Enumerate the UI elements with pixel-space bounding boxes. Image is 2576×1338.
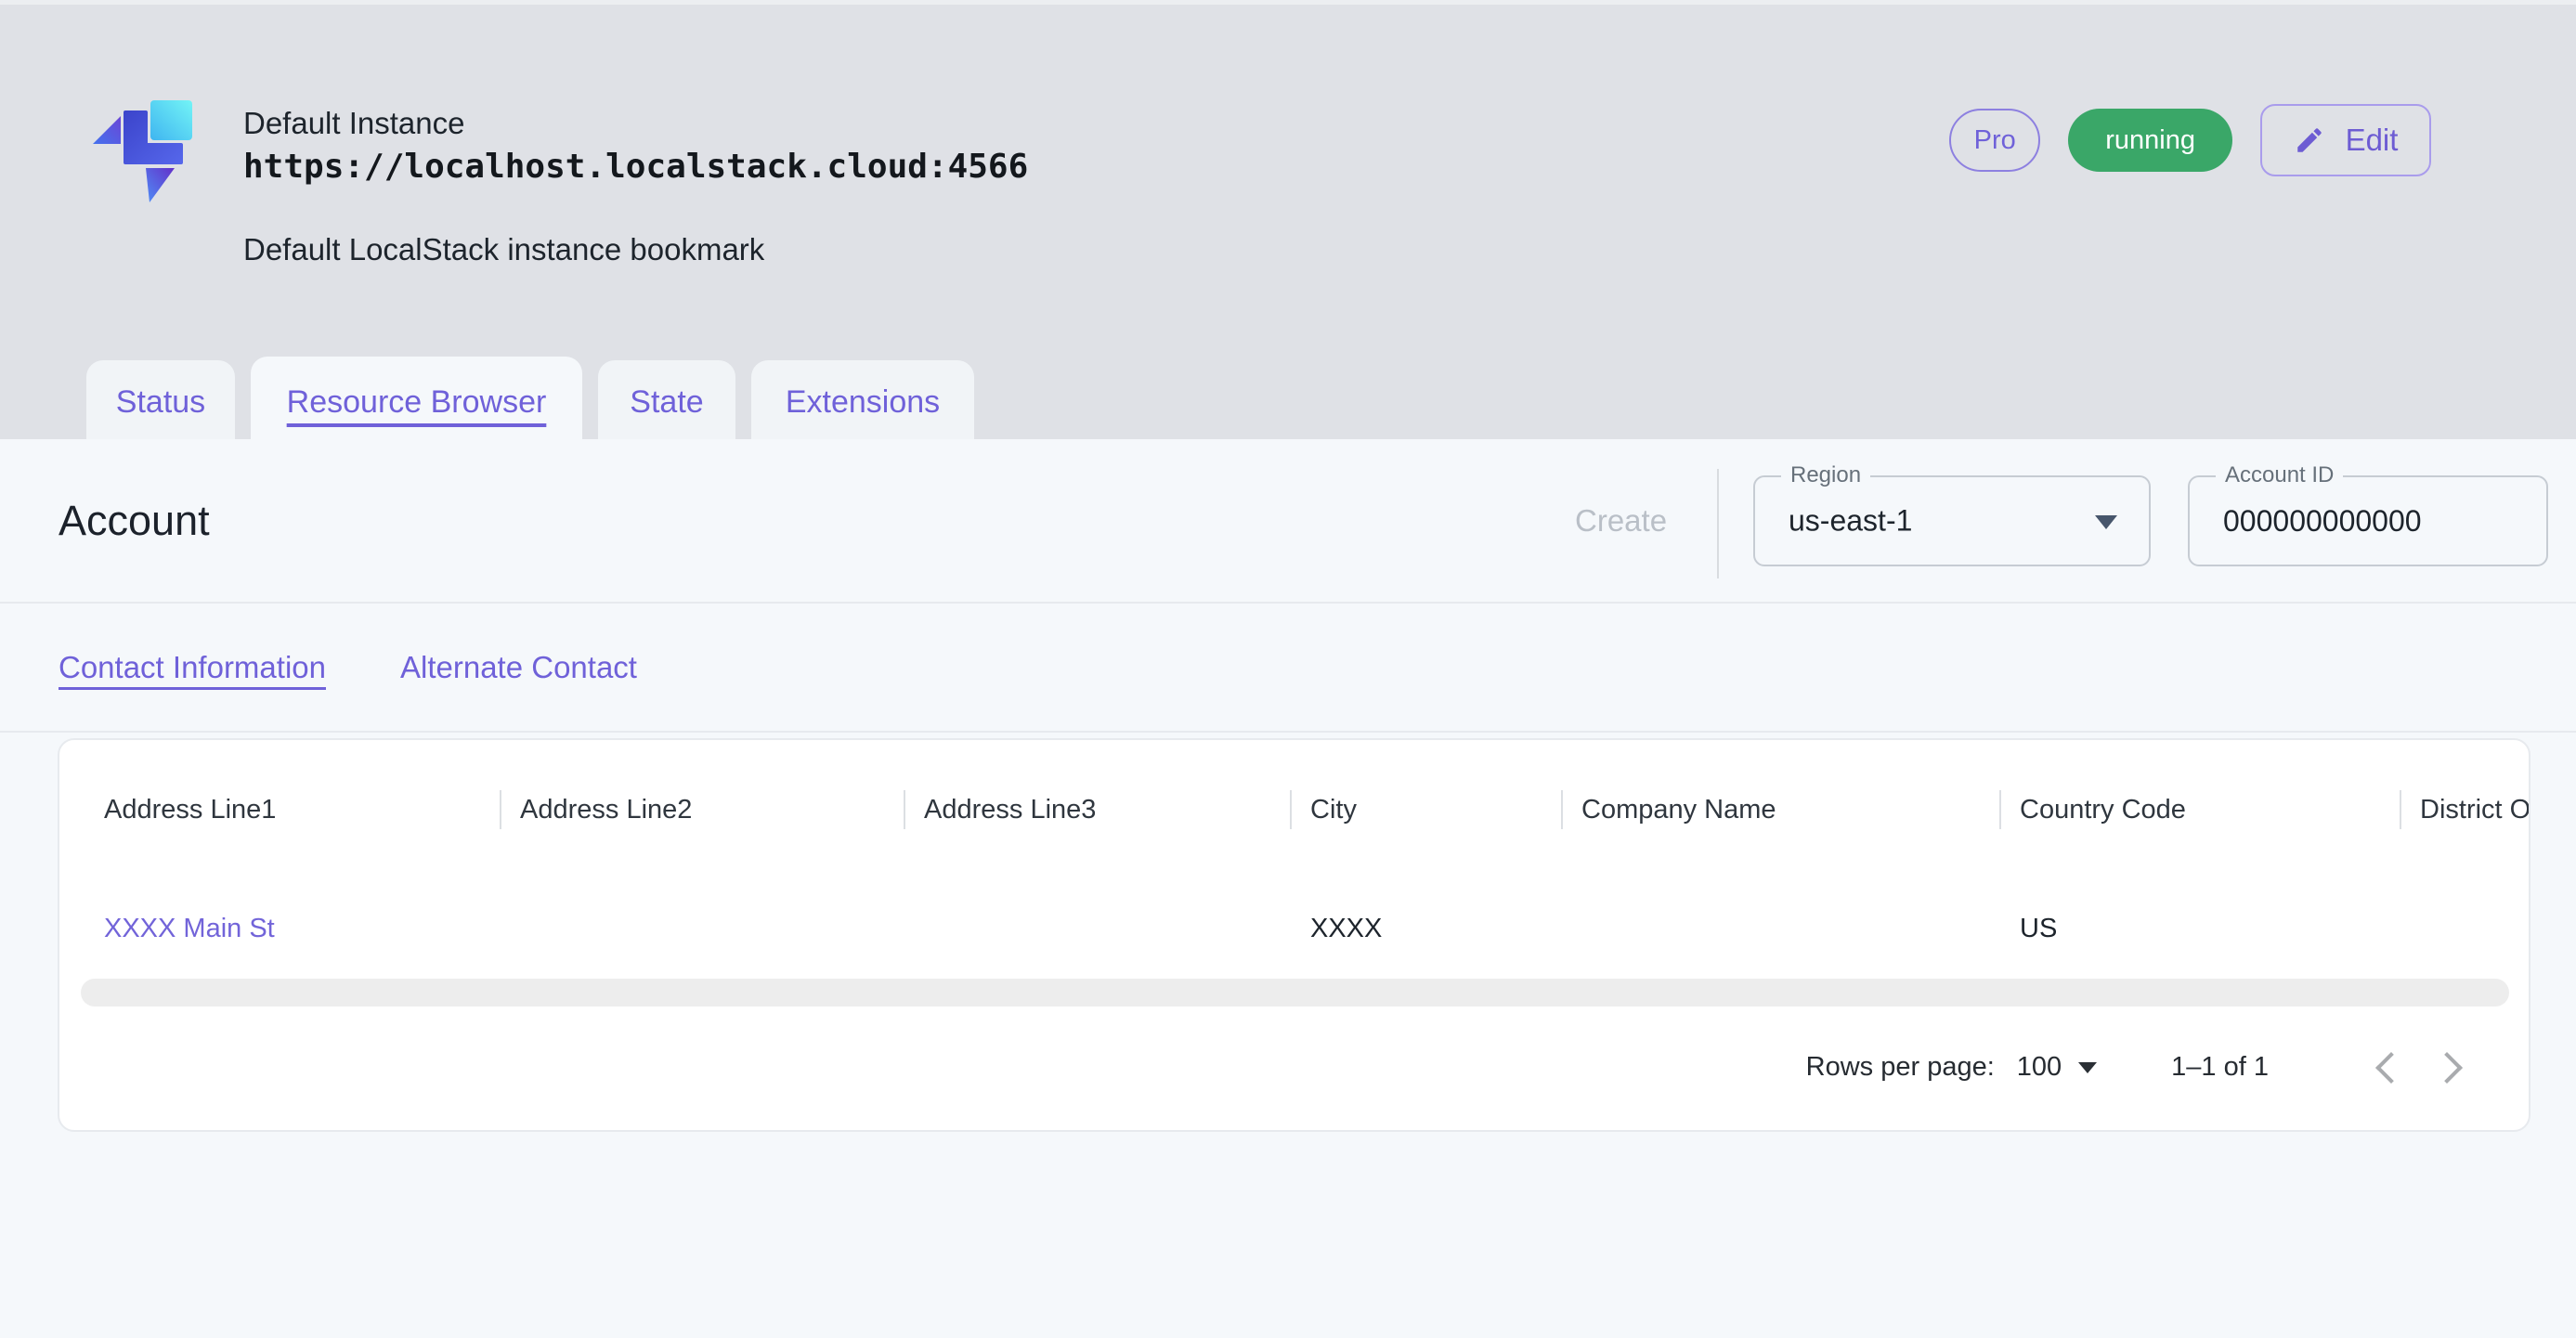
contact-information-card: Address Line1 Address Line2 Address Line… xyxy=(58,738,2530,1132)
instance-subtitle: Default LocalStack instance bookmark xyxy=(243,229,1028,270)
account-id-input[interactable] xyxy=(2223,477,2528,565)
previous-page-button[interactable] xyxy=(2354,1035,2419,1100)
rows-per-page-select[interactable]: 100 xyxy=(2017,1052,2097,1083)
tab-state[interactable]: State xyxy=(598,360,735,444)
company-name-cell xyxy=(1561,879,1999,979)
account-id-field: Account ID xyxy=(2188,475,2548,566)
column-header-company-name: Company Name xyxy=(1561,740,1999,879)
address-line3-cell xyxy=(904,879,1290,979)
column-header-address-line2: Address Line2 xyxy=(500,740,904,879)
tab-resource-browser-label: Resource Browser xyxy=(287,384,547,421)
country-code-cell: US xyxy=(1999,879,2400,979)
status-badge: running xyxy=(2068,109,2232,172)
account-toolbar: Account Create Region us-east-1 Account … xyxy=(0,439,2576,604)
tab-extensions[interactable]: Extensions xyxy=(751,360,974,444)
rows-per-page-value: 100 xyxy=(2017,1052,2062,1083)
column-header-address-line1: Address Line1 xyxy=(59,740,500,879)
address-line1-link[interactable]: XXXX Main St xyxy=(104,914,275,944)
region-select-label: Region xyxy=(1781,462,1870,488)
instance-url: https://localhost.localstack.cloud:4566 xyxy=(243,144,1028,190)
toolbar-divider xyxy=(1717,469,1719,578)
address-line2-cell xyxy=(500,879,904,979)
pagination-range: 1–1 of 1 xyxy=(2171,1052,2269,1083)
resource-browser-panel: Account Create Region us-east-1 Account … xyxy=(0,439,2576,1338)
column-header-country-code: Country Code xyxy=(1999,740,2400,879)
page-title: Account xyxy=(59,497,210,545)
region-select[interactable]: Region us-east-1 xyxy=(1753,475,2151,566)
next-page-button[interactable] xyxy=(2419,1035,2484,1100)
localstack-logo xyxy=(88,88,215,214)
subtab-alternate-contact[interactable]: Alternate Contact xyxy=(400,650,637,685)
subtab-contact-information[interactable]: Contact Information xyxy=(59,650,326,685)
district-cell xyxy=(2400,879,2529,979)
localstack-instance-page: Default Instance https://localhost.local… xyxy=(0,0,2576,1338)
tab-extensions-label: Extensions xyxy=(786,384,940,421)
city-cell: XXXX xyxy=(1290,879,1561,979)
pencil-icon xyxy=(2294,124,2325,156)
table-header-row: Address Line1 Address Line2 Address Line… xyxy=(59,740,2529,879)
table-pagination: Rows per page: 100 1–1 of 1 xyxy=(59,1005,2529,1130)
header-actions: Pro running Edit xyxy=(1949,104,2431,176)
rows-per-page-label: Rows per page: xyxy=(1806,1052,1995,1083)
table-row: XXXX Main St XXXX US xyxy=(59,879,2529,979)
dropdown-arrow-icon xyxy=(2095,515,2117,529)
chevron-left-icon xyxy=(2375,1052,2407,1084)
create-button[interactable]: Create xyxy=(1569,502,1672,539)
column-header-city: City xyxy=(1290,740,1561,879)
pro-badge: Pro xyxy=(1949,109,2040,172)
edit-button-label: Edit xyxy=(2346,123,2399,158)
caret-down-icon xyxy=(2078,1062,2097,1073)
edit-button[interactable]: Edit xyxy=(2260,104,2431,176)
instance-header: Default Instance https://localhost.local… xyxy=(0,5,2576,439)
column-header-address-line3: Address Line3 xyxy=(904,740,1290,879)
instance-title: Default Instance xyxy=(243,103,1028,144)
tab-resource-browser[interactable]: Resource Browser xyxy=(251,357,582,448)
tab-state-label: State xyxy=(630,384,703,421)
instance-info: Default Instance https://localhost.local… xyxy=(243,103,1028,270)
column-header-district: District Or xyxy=(2400,740,2529,879)
tab-status[interactable]: Status xyxy=(86,360,235,444)
region-select-value: us-east-1 xyxy=(1789,504,1912,539)
chevron-right-icon xyxy=(2431,1052,2463,1084)
account-subtabs: Contact Information Alternate Contact xyxy=(0,604,2576,733)
tab-status-label: Status xyxy=(116,384,205,421)
horizontal-scrollbar[interactable] xyxy=(81,979,2509,1007)
